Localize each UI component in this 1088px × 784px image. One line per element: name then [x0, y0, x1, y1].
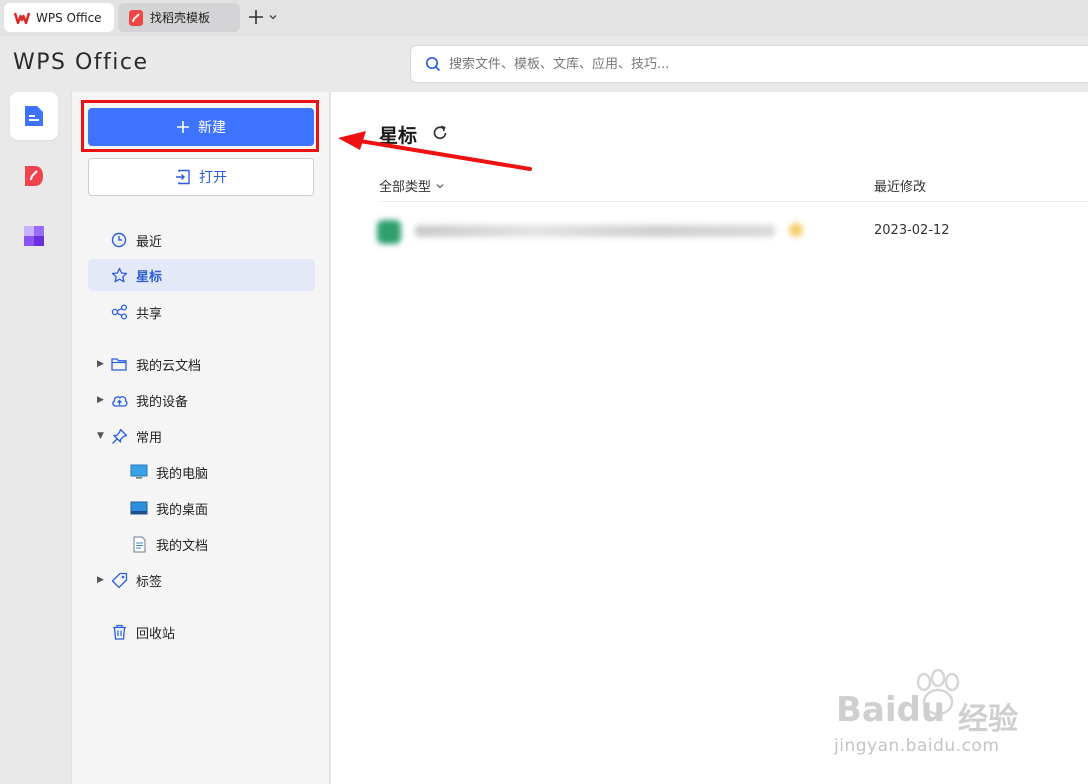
folder-icon [110, 355, 128, 373]
annotation-arrow [338, 131, 532, 171]
app-rail [0, 92, 70, 784]
clock-icon [110, 231, 128, 249]
file-name-blurred [415, 225, 775, 237]
sidebar-item-my-computer[interactable]: 我的电脑 [88, 456, 315, 488]
sidebar-item-frequent[interactable]: ▼ 常用 [88, 420, 315, 452]
column-header-modified[interactable]: 最近修改 [874, 176, 926, 195]
sidebar-item-my-devices[interactable]: ▶ 我的设备 [88, 384, 315, 416]
tab-label: 找稻壳模板 [150, 11, 211, 25]
column-header-type: 全部类型 [379, 180, 432, 195]
open-button[interactable]: 打开 [88, 158, 314, 196]
pin-icon [110, 427, 128, 445]
caret-right-icon[interactable]: ▶ [97, 395, 104, 405]
sidebar-item-label: 标签 [136, 574, 163, 590]
plus-icon [249, 10, 263, 24]
search-icon [425, 56, 441, 72]
sidebar: 新建 打开 最近 星标 共享 ▶ 我的云文档 ▶ 我的设备 ▼ 常用 我的电脑 … [71, 92, 330, 784]
wps-office-logo: WPS Office [13, 50, 149, 75]
tab-docer-templates[interactable]: 找稻壳模板 [118, 3, 240, 32]
new-button[interactable]: 新建 [88, 108, 314, 146]
apps-grid-icon [24, 226, 44, 246]
sidebar-item-label: 常用 [136, 430, 163, 446]
share-icon [110, 303, 128, 321]
sidebar-item-label: 我的桌面 [156, 502, 209, 518]
sidebar-item-label: 回收站 [136, 626, 176, 642]
wps-logo-icon [14, 10, 30, 26]
plus-icon [177, 121, 189, 133]
sidebar-item-recycle-bin[interactable]: 回收站 [88, 616, 315, 648]
watermark-url: jingyan.baidu.com [834, 736, 1000, 756]
docer-icon [128, 9, 144, 26]
rail-documents[interactable] [10, 92, 58, 140]
watermark-cn: 经验 [958, 702, 1018, 737]
search-bar[interactable] [410, 45, 1088, 83]
rail-docer[interactable] [10, 152, 58, 200]
table-row[interactable]: 2023-02-12 [371, 212, 1088, 250]
file-modified-date: 2023-02-12 [874, 223, 950, 238]
caret-right-icon[interactable]: ▶ [97, 359, 104, 369]
sidebar-item-recent[interactable]: 最近 [88, 224, 315, 256]
file-type-filter[interactable]: 全部类型 [379, 176, 445, 195]
open-file-icon [176, 169, 190, 185]
open-button-label: 打开 [199, 170, 227, 186]
document-icon [130, 535, 148, 553]
sidebar-item-my-desktop[interactable]: 我的桌面 [88, 492, 315, 524]
sidebar-item-label: 我的云文档 [136, 358, 202, 374]
sidebar-item-label: 最近 [136, 234, 163, 250]
chevron-down-icon[interactable] [268, 12, 278, 22]
caret-down-icon[interactable]: ▼ [97, 431, 104, 441]
cloud-upload-icon [110, 391, 128, 409]
sidebar-item-label: 星标 [136, 269, 163, 285]
computer-icon [130, 463, 148, 481]
chevron-down-icon [436, 183, 444, 188]
sidebar-item-label: 共享 [136, 306, 163, 322]
tab-wps-office[interactable]: WPS Office [4, 3, 114, 32]
sidebar-item-starred[interactable]: 星标 [88, 259, 315, 291]
header-divider [379, 201, 1088, 202]
new-button-label: 新建 [198, 120, 226, 136]
sidebar-item-shared[interactable]: 共享 [88, 296, 315, 328]
sidebar-item-label: 我的设备 [136, 394, 189, 410]
tab-label: WPS Office [36, 10, 102, 25]
sidebar-item-label: 我的文档 [156, 538, 209, 554]
desktop-icon [130, 499, 148, 517]
new-tab-button[interactable] [248, 7, 278, 27]
star-icon[interactable] [789, 223, 803, 237]
tab-bar: WPS Office 找稻壳模板 [0, 0, 1088, 36]
rail-apps[interactable] [10, 212, 58, 260]
tag-icon [110, 571, 128, 589]
sidebar-item-my-documents[interactable]: 我的文档 [88, 528, 315, 560]
sidebar-item-my-cloud-docs[interactable]: ▶ 我的云文档 [88, 348, 315, 380]
sidebar-item-label: 我的电脑 [156, 466, 209, 482]
trash-icon [110, 623, 128, 641]
star-icon [110, 266, 128, 284]
document-app-icon [25, 106, 43, 126]
watermark-brand: Baidu [836, 690, 946, 730]
caret-right-icon[interactable]: ▶ [97, 575, 104, 585]
search-input[interactable] [449, 56, 1049, 72]
file-type-icon [377, 220, 401, 244]
docer-app-icon [25, 166, 43, 186]
sidebar-item-tags[interactable]: ▶ 标签 [88, 564, 315, 596]
